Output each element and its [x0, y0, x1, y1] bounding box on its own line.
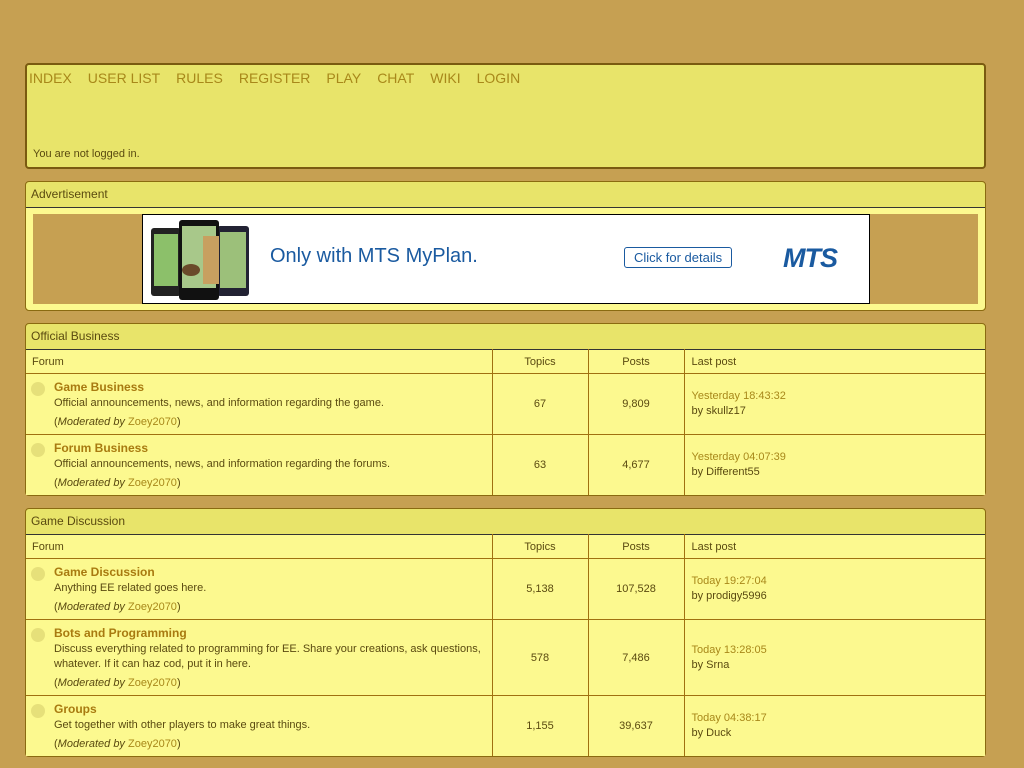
moderator-link[interactable]: Zoey2070	[128, 416, 177, 428]
ad-text: Only with MTS MyPlan.	[270, 245, 478, 267]
posts-count: 4,677	[588, 434, 685, 495]
category-title: Game Discussion	[31, 514, 126, 528]
forum-table: Forum Topics Posts Last post Game Busine…	[26, 349, 985, 495]
forum-row: Bots and Programming Discuss everything …	[26, 619, 985, 696]
advertisement-block: Advertisement Only with MTS MyPlan. Clic…	[25, 181, 986, 311]
forum-description: Official announcements, news, and inform…	[54, 458, 391, 470]
moderated-label: Moderated by	[57, 477, 125, 489]
forum-status-icon	[31, 567, 45, 581]
last-post-author: by skullz17	[691, 405, 746, 417]
col-posts: Posts	[588, 349, 685, 374]
nav-register[interactable]: REGISTER	[239, 70, 311, 86]
forum-status-icon	[31, 382, 45, 396]
forum-link[interactable]: Game Business	[54, 380, 486, 394]
forum-link[interactable]: Groups	[54, 702, 486, 716]
last-post-link[interactable]: Today 13:28:05	[692, 643, 985, 658]
nav-rules[interactable]: RULES	[176, 70, 223, 86]
nav-user-list[interactable]: USER LIST	[88, 70, 160, 86]
topics-count: 67	[492, 373, 589, 435]
moderator-link[interactable]: Zoey2070	[128, 738, 177, 750]
col-forum: Forum	[26, 349, 493, 374]
forum-category: Game Discussion Forum Topics Posts Last …	[25, 508, 986, 757]
forum-category: Official Business Forum Topics Posts Las…	[25, 323, 986, 496]
col-last-post: Last post	[684, 534, 985, 559]
moderated-label: Moderated by	[57, 677, 125, 689]
topics-count: 578	[492, 619, 589, 696]
topics-count: 5,138	[492, 558, 589, 620]
nav-index[interactable]: INDEX	[29, 70, 72, 86]
forum-moderators: (Moderated by Zoey2070)	[54, 677, 181, 689]
forum-link[interactable]: Forum Business	[54, 441, 486, 455]
moderator-link[interactable]: Zoey2070	[128, 477, 177, 489]
col-posts: Posts	[588, 534, 685, 559]
forum-link[interactable]: Game Discussion	[54, 565, 486, 579]
col-forum: Forum	[26, 534, 493, 559]
forum-row: Game Business Official announcements, ne…	[26, 373, 985, 435]
moderated-label: Moderated by	[57, 738, 125, 750]
col-topics: Topics	[492, 349, 589, 374]
posts-count: 9,809	[588, 373, 685, 435]
ad-details-button[interactable]: Click for details	[624, 247, 733, 268]
nav-login[interactable]: LOGIN	[477, 70, 521, 86]
moderated-label: Moderated by	[57, 601, 125, 613]
forum-description: Discuss everything related to programmin…	[54, 643, 481, 670]
login-status: You are not logged in.	[33, 148, 140, 160]
nav-wiki[interactable]: WIKI	[430, 70, 460, 86]
forum-status-icon	[31, 628, 45, 642]
advertisement-title: Advertisement	[31, 187, 108, 201]
last-post-link[interactable]: Today 19:27:04	[692, 574, 985, 589]
forum-status-icon	[31, 704, 45, 718]
topics-count: 1,155	[492, 695, 589, 756]
col-last-post: Last post	[684, 349, 985, 374]
forum-status-icon	[31, 443, 45, 457]
posts-count: 7,486	[588, 619, 685, 696]
header-nav-box: INDEX USER LIST RULES REGISTER PLAY CHAT…	[25, 63, 986, 169]
forum-moderators: (Moderated by Zoey2070)	[54, 477, 181, 489]
forum-description: Official announcements, news, and inform…	[54, 397, 384, 409]
moderated-label: Moderated by	[57, 416, 125, 428]
last-post-author: by prodigy5996	[691, 590, 767, 602]
last-post-link[interactable]: Yesterday 04:07:39	[692, 450, 985, 465]
forum-description: Get together with other players to make …	[54, 719, 311, 731]
nav-play[interactable]: PLAY	[326, 70, 361, 86]
phones-image-icon	[151, 220, 249, 300]
main-nav: INDEX USER LIST RULES REGISTER PLAY CHAT…	[29, 70, 536, 86]
last-post-link[interactable]: Today 04:38:17	[692, 711, 985, 726]
forum-row: Game Discussion Anything EE related goes…	[26, 558, 985, 620]
forum-table: Forum Topics Posts Last post Game Discus…	[26, 534, 985, 756]
posts-count: 107,528	[588, 558, 685, 620]
forum-moderators: (Moderated by Zoey2070)	[54, 416, 181, 428]
topics-count: 63	[492, 434, 589, 495]
last-post-author: by Different55	[691, 466, 760, 478]
forum-link[interactable]: Bots and Programming	[54, 626, 486, 640]
last-post-author: by Srna	[691, 658, 730, 671]
forum-row: Forum Business Official announcements, n…	[26, 434, 985, 495]
posts-count: 39,637	[588, 695, 685, 756]
nav-chat[interactable]: CHAT	[377, 70, 414, 86]
forum-moderators: (Moderated by Zoey2070)	[54, 738, 181, 750]
last-post-link[interactable]: Yesterday 18:43:32	[692, 389, 985, 404]
forum-description: Anything EE related goes here.	[54, 582, 207, 594]
ad-banner[interactable]: Only with MTS MyPlan. Click for details …	[142, 214, 870, 304]
moderator-link[interactable]: Zoey2070	[128, 601, 177, 613]
category-title: Official Business	[31, 329, 120, 343]
last-post-author: by Duck	[691, 727, 732, 739]
col-topics: Topics	[492, 534, 589, 559]
forum-moderators: (Moderated by Zoey2070)	[54, 601, 181, 613]
moderator-link[interactable]: Zoey2070	[128, 677, 177, 689]
forum-row: Groups Get together with other players t…	[26, 695, 985, 756]
mts-logo: MTS	[783, 243, 838, 273]
